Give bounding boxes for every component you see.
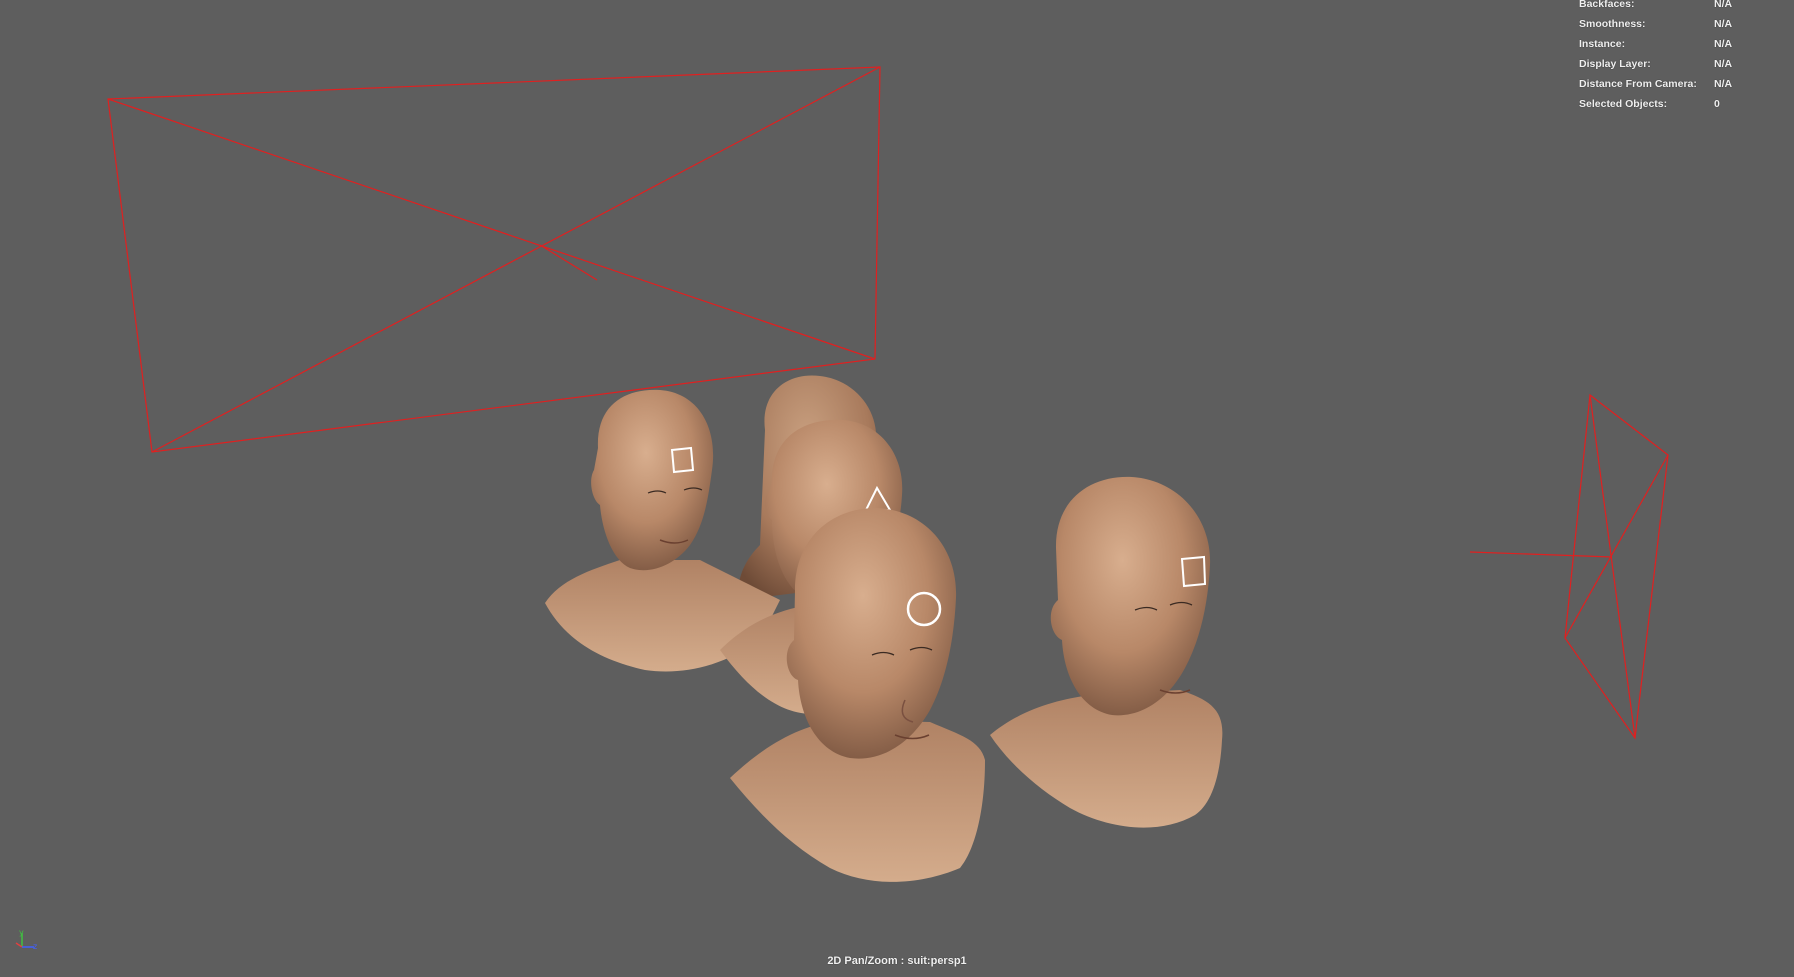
hud-row-smoothness: Smoothness: N/A (1579, 14, 1779, 34)
axis-gizmo: y z (15, 928, 37, 951)
hud-value: N/A (1714, 18, 1733, 30)
3d-viewport[interactable]: y z Backfaces: N/A Smoothness: N/A Insta… (0, 0, 1794, 977)
axis-z-label: z (33, 942, 37, 951)
head-left[interactable] (545, 389, 780, 672)
hud-value: N/A (1714, 38, 1733, 50)
hud-row-display-layer: Display Layer: N/A (1579, 54, 1779, 74)
hud-label: Instance: (1579, 38, 1626, 50)
hud-value: 0 (1714, 98, 1720, 110)
hud-row-selected-objects: Selected Objects: 0 (1579, 94, 1779, 114)
hud-label: Backfaces: (1579, 0, 1635, 10)
hud-row-instance: Instance: N/A (1579, 34, 1779, 54)
hud-value: N/A (1714, 58, 1733, 70)
head-right[interactable] (990, 476, 1223, 828)
hud-row-backfaces: Backfaces: N/A (1579, 0, 1779, 14)
hud-label: Display Layer: (1579, 58, 1651, 70)
camera-frustum-right[interactable] (1469, 393, 1669, 740)
hud-label: Selected Objects: (1579, 98, 1668, 110)
viewport-status-text: 2D Pan/Zoom : suit:persp1 (827, 955, 967, 967)
hud-row-distance-from-camera: Distance From Camera: N/A (1579, 74, 1779, 94)
heads-up-display: Backfaces: N/A Smoothness: N/A Instance:… (1579, 0, 1779, 114)
hud-label: Smoothness: (1579, 18, 1646, 30)
hud-label: Distance From Camera: (1579, 78, 1697, 90)
viewport-scene: y z (15, 66, 1669, 951)
hud-value: N/A (1714, 0, 1733, 10)
axis-y-label: y (19, 928, 24, 937)
camera-frustum-top-left[interactable] (107, 66, 881, 453)
hud-value: N/A (1714, 78, 1733, 90)
